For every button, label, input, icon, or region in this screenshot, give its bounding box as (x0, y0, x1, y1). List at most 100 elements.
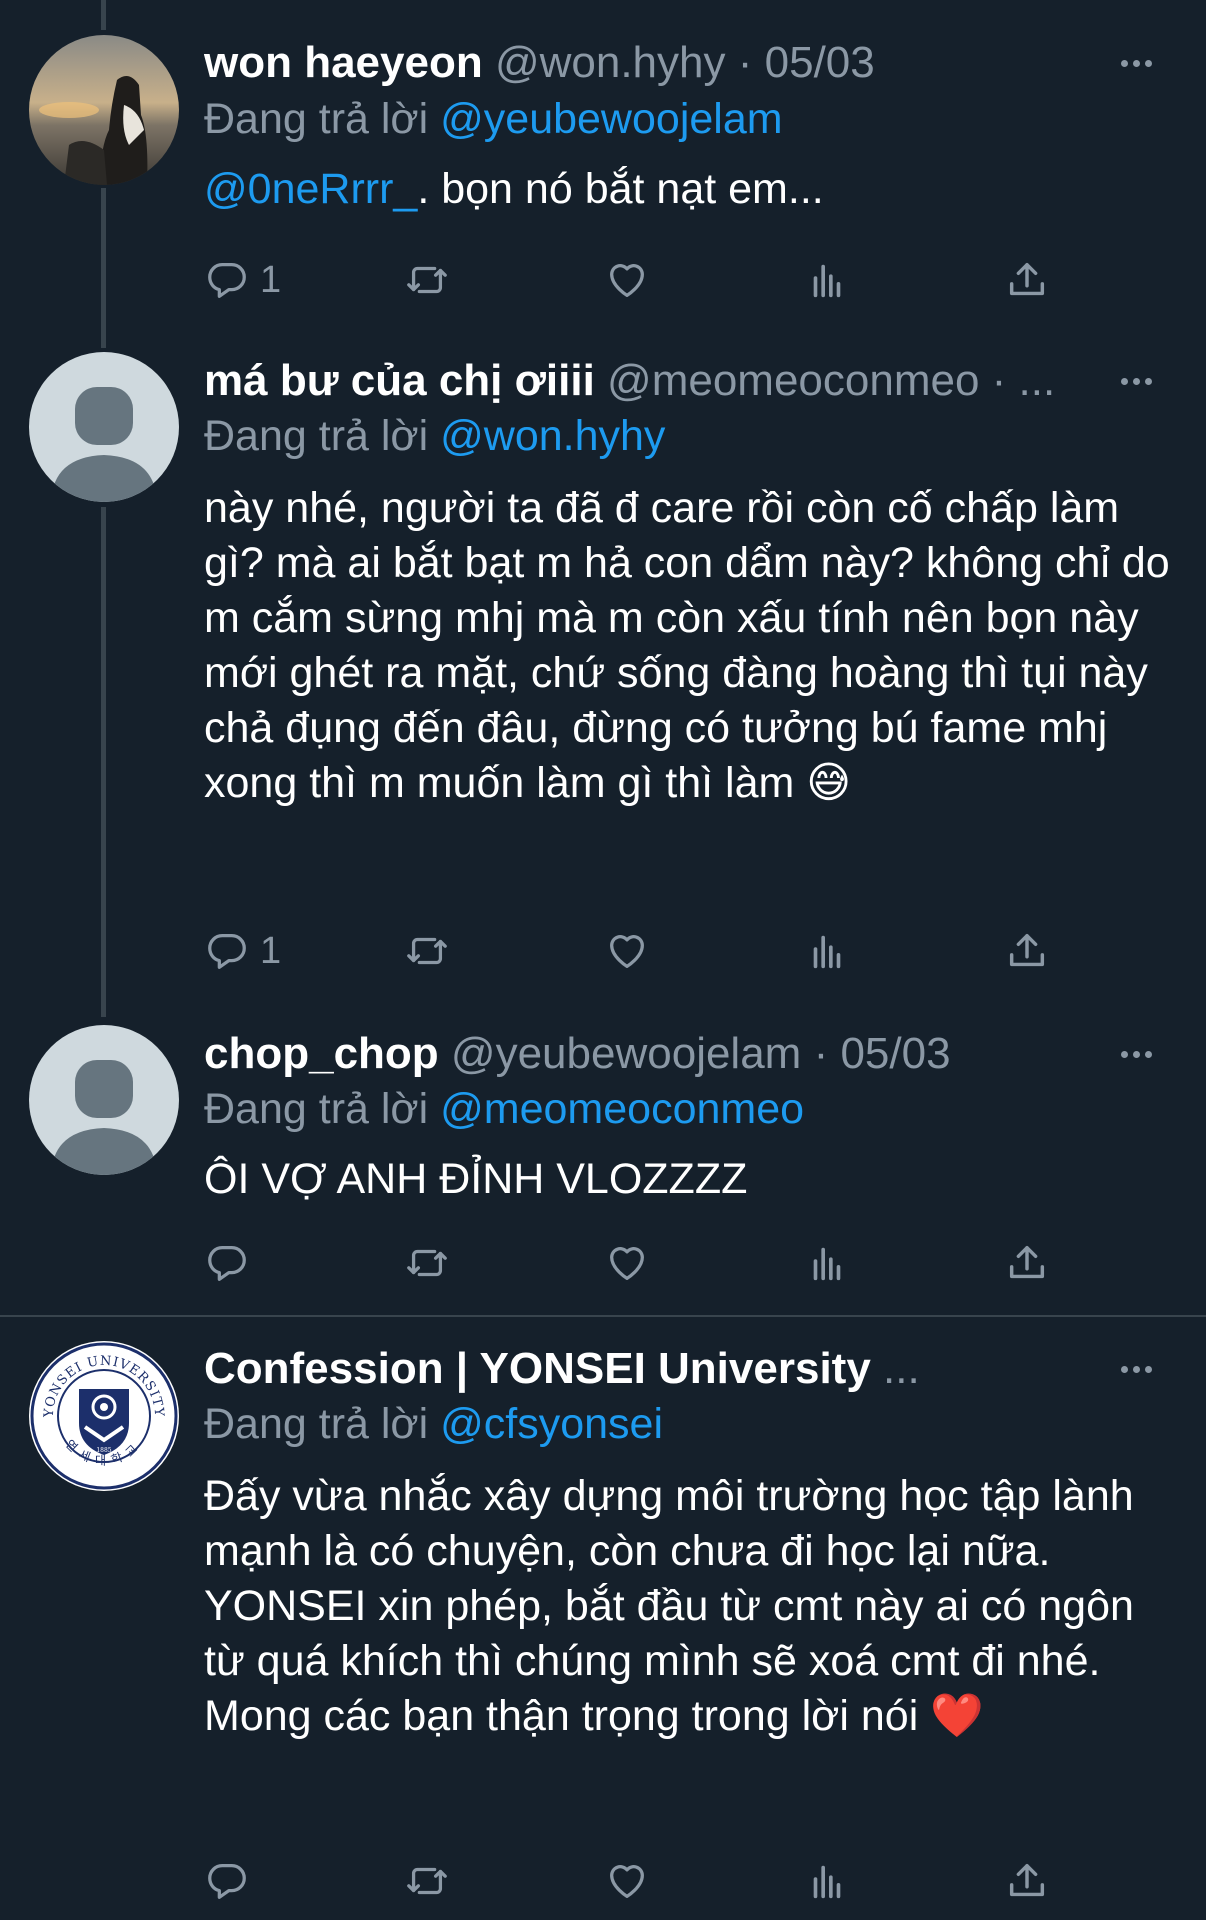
replying-to-link[interactable]: @meomeoconmeo (440, 1085, 804, 1133)
retweet-button[interactable] (404, 1233, 450, 1293)
tweet-body: này nhé, người ta đã đ care rồi còn cố c… (204, 484, 1170, 807)
heart-icon (610, 1865, 644, 1898)
tweet-header: won haeyeon @won.hyhy · 05/03 (204, 36, 1116, 90)
views-icon (813, 1865, 841, 1899)
heart-icon (610, 935, 644, 968)
reply-button[interactable]: 1 (204, 921, 281, 981)
university-seal-avatar: YONSEI UNIVERSITY 연세대학교 1885 (29, 1341, 179, 1491)
like-button[interactable] (604, 1851, 650, 1911)
display-name[interactable]: chop_chop (204, 1029, 439, 1078)
tweet-header: má bư của chị ơiiii @meomeoconmeo · ... (204, 354, 1116, 408)
replying-to: Đang trả lời @won.hyhy (204, 409, 665, 463)
tweet-date[interactable]: · 05/03 (738, 38, 875, 87)
tweet-text: @0neRrrr_. bọn nó bắt nạt em... (204, 162, 1179, 217)
share-icon (1009, 262, 1045, 296)
reply-count: 1 (260, 929, 282, 972)
avatar[interactable]: YONSEI UNIVERSITY 연세대학교 1885 (29, 1341, 179, 1491)
tweet-body: ÔI VỢ ANH ĐỈNH VLOZZZZ (204, 1155, 748, 1203)
tweet[interactable]: chop_chop @yeubewoojelam · 05/03 Đang tr… (0, 1015, 1206, 1315)
tweet-text: này nhé, người ta đã đ care rồi còn cố c… (204, 481, 1179, 811)
tweet-body: Đấy vừa nhắc xây dựng môi trường học tập… (204, 1472, 1134, 1740)
tweet[interactable]: won haeyeon @won.hyhy · 05/03 Đang trả l… (0, 0, 1206, 348)
replying-label: Đang trả lời (204, 1085, 441, 1133)
tweet-date[interactable]: · 05/03 (814, 1029, 951, 1078)
username[interactable]: ... (883, 1344, 920, 1393)
retweet-icon (407, 937, 447, 965)
replying-label: Đang trả lời (204, 1400, 441, 1448)
reply-button[interactable] (204, 1233, 250, 1293)
replying-label: Đang trả lời (204, 95, 441, 143)
tweet[interactable]: má bư của chị ơiiii @meomeoconmeo · ... … (0, 345, 1206, 1017)
tweet-text: ÔI VỢ ANH ĐỈNH VLOZZZZ (204, 1152, 1179, 1207)
like-button[interactable] (604, 1233, 650, 1293)
avatar[interactable] (29, 35, 179, 185)
retweet-icon (407, 1867, 447, 1895)
share-button[interactable] (1004, 250, 1050, 310)
replying-to-link[interactable]: @won.hyhy (440, 412, 665, 460)
views-icon (813, 1247, 841, 1281)
views-icon (813, 935, 841, 969)
reply-icon (208, 934, 246, 969)
username[interactable]: @yeubewoojelam (451, 1029, 801, 1078)
retweet-icon (407, 1249, 447, 1277)
reply-button[interactable]: 1 (204, 250, 281, 310)
username[interactable]: @meomeoconmeo · ... (607, 356, 1055, 405)
tweet-body: . bọn nó bắt nạt em... (417, 165, 824, 213)
action-bar (204, 1851, 1084, 1911)
share-button[interactable] (1004, 1851, 1050, 1911)
retweet-icon (407, 266, 447, 294)
views-button[interactable] (804, 1851, 850, 1911)
share-button[interactable] (1004, 921, 1050, 981)
retweet-button[interactable] (404, 1851, 450, 1911)
action-bar: 1 (204, 921, 1084, 981)
replying-to-link[interactable]: @yeubewoojelam (440, 95, 782, 143)
replying-to: Đang trả lời @cfsyonsei (204, 1397, 663, 1451)
reply-icon (208, 1864, 246, 1899)
heart-icon (610, 1247, 644, 1280)
photo-avatar (29, 35, 179, 185)
replying-label: Đang trả lời (204, 412, 441, 460)
share-icon (1009, 1863, 1045, 1897)
thread-line (101, 188, 106, 348)
reply-icon (208, 263, 246, 298)
tweet-text: Đấy vừa nhắc xây dựng môi trường học tập… (204, 1469, 1179, 1744)
seal-year: 1885 (96, 1447, 111, 1454)
tweet-header: chop_chop @yeubewoojelam · 05/03 (204, 1027, 1116, 1081)
views-button[interactable] (804, 250, 850, 310)
views-icon (813, 264, 841, 298)
avatar[interactable] (29, 1025, 179, 1175)
views-button[interactable] (804, 921, 850, 981)
replying-to-link[interactable]: @cfsyonsei (440, 1400, 663, 1448)
replying-to: Đang trả lời @yeubewoojelam (204, 92, 783, 146)
reply-button[interactable] (204, 1851, 250, 1911)
more-options-icon[interactable] (1106, 361, 1166, 401)
retweet-button[interactable] (404, 921, 450, 981)
thread-line (101, 507, 106, 1017)
avatar[interactable] (29, 352, 179, 502)
share-icon (1009, 933, 1045, 967)
mention-link[interactable]: @0neRrrr_ (204, 165, 417, 213)
default-avatar (29, 1025, 179, 1175)
replying-to: Đang trả lời @meomeoconmeo (204, 1082, 804, 1136)
default-avatar (29, 352, 179, 502)
more-options-icon[interactable] (1106, 43, 1166, 83)
retweet-button[interactable] (404, 250, 450, 310)
username[interactable]: @won.hyhy (495, 38, 726, 87)
display-name[interactable]: má bư của chị ơiiii (204, 356, 595, 405)
more-options-icon[interactable] (1106, 1349, 1166, 1389)
more-options-icon[interactable] (1106, 1034, 1166, 1074)
share-button[interactable] (1004, 1233, 1050, 1293)
reply-count: 1 (260, 258, 282, 301)
share-icon (1009, 1245, 1045, 1279)
views-button[interactable] (804, 1233, 850, 1293)
tweet-header: Confession | YONSEI University ... (204, 1342, 1116, 1396)
action-bar (204, 1233, 1084, 1293)
like-button[interactable] (604, 250, 650, 310)
display-name[interactable]: won haeyeon (204, 38, 483, 87)
tweet[interactable]: YONSEI UNIVERSITY 연세대학교 1885 Confession … (0, 1317, 1206, 1920)
action-bar: 1 (204, 250, 1084, 310)
display-name[interactable]: Confession | YONSEI University (204, 1344, 871, 1393)
heart-icon (610, 264, 644, 297)
like-button[interactable] (604, 921, 650, 981)
thread-line (101, 0, 106, 30)
